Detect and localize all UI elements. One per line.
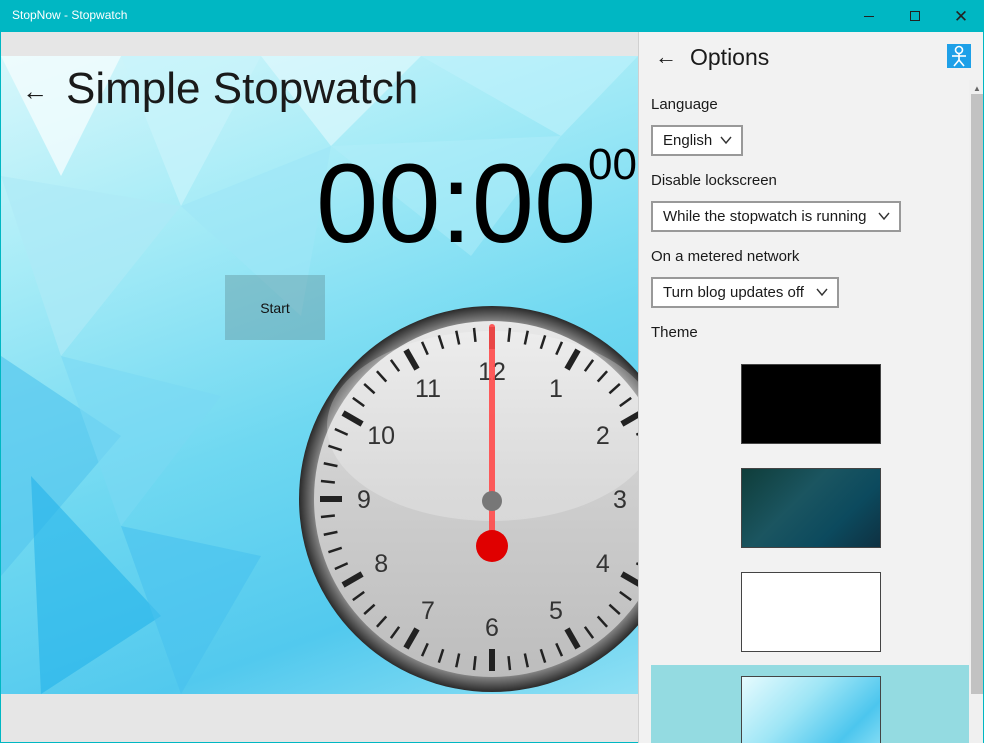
- clock-minor-tick: [472, 656, 477, 671]
- clock-number: 6: [485, 614, 499, 642]
- scrollbar-thumb[interactable]: [971, 94, 983, 694]
- metered-dropdown[interactable]: Turn blog updates off: [651, 277, 839, 308]
- options-panel: ← Options Language English Disable locks…: [638, 32, 983, 743]
- clock-number: 5: [549, 597, 563, 625]
- clock-minor-tick: [507, 327, 512, 342]
- stick-figure-logo-icon: [947, 44, 971, 68]
- clock-minor-tick: [507, 656, 512, 671]
- clock-minor-tick: [320, 479, 335, 484]
- language-label: Language: [651, 96, 718, 113]
- metered-label: On a metered network: [651, 248, 800, 265]
- theme-swatch-light-polygon[interactable]: [741, 676, 881, 743]
- minimize-icon: [864, 15, 874, 17]
- clock-number: 2: [596, 422, 610, 450]
- analog-clock: 121234567891011: [299, 306, 685, 692]
- minimize-button[interactable]: [846, 0, 892, 32]
- close-icon: ✕: [953, 6, 969, 26]
- clock-minor-tick: [472, 327, 477, 342]
- scroll-up-icon[interactable]: ▲: [973, 84, 981, 93]
- back-arrow-icon[interactable]: ←: [22, 76, 48, 107]
- hand-counterweight: [476, 530, 508, 562]
- clock-number: 9: [357, 486, 371, 514]
- clock-number: 8: [374, 550, 388, 578]
- hand-pivot: [482, 491, 502, 511]
- clock-number: 1: [549, 375, 563, 403]
- chevron-down-icon: [720, 136, 732, 145]
- language-dropdown[interactable]: English: [651, 125, 743, 156]
- chevron-down-icon: [816, 288, 828, 297]
- options-back-arrow-icon[interactable]: ←: [655, 44, 677, 70]
- metered-value: Turn blog updates off: [663, 284, 804, 301]
- options-heading: Options: [690, 44, 770, 70]
- theme-swatch-black[interactable]: [741, 364, 881, 444]
- clock-number: 7: [421, 597, 435, 625]
- elapsed-milliseconds: 00: [588, 140, 637, 189]
- chevron-down-icon: [878, 212, 890, 221]
- lockscreen-value: While the stopwatch is running: [663, 208, 867, 225]
- page-title: Simple Stopwatch: [66, 64, 419, 113]
- window-title: StopNow - Stopwatch: [12, 8, 128, 22]
- theme-swatch-white[interactable]: [741, 572, 881, 652]
- clock-number: 3: [613, 486, 627, 514]
- close-button[interactable]: ✕: [938, 0, 984, 32]
- lockscreen-dropdown[interactable]: While the stopwatch is running: [651, 201, 901, 232]
- maximize-icon: [910, 11, 920, 21]
- maximize-button[interactable]: [892, 0, 938, 32]
- theme-swatch-dark-polygon[interactable]: [741, 468, 881, 548]
- second-hand: [489, 324, 495, 546]
- lockscreen-label: Disable lockscreen: [651, 172, 777, 189]
- clock-number: 10: [367, 422, 395, 450]
- language-value: English: [663, 132, 713, 149]
- clock-number: 4: [596, 550, 610, 578]
- theme-label: Theme: [651, 324, 698, 341]
- elapsed-time: 00:00: [316, 141, 597, 266]
- clock-minor-tick: [320, 514, 335, 519]
- title-bar: StopNow - Stopwatch ✕: [0, 0, 984, 32]
- clock-number: 11: [415, 375, 441, 403]
